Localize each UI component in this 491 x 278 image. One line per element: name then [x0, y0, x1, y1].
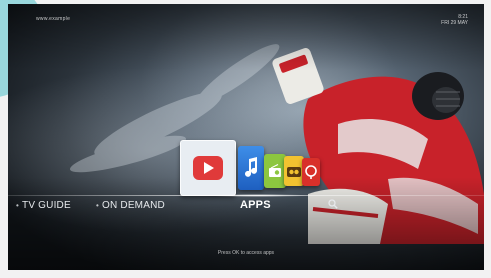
tv-ui-root: www.example 8:21 FRI 29 MAY • TV GUIDE •…	[0, 0, 491, 278]
tv-screen: www.example 8:21 FRI 29 MAY • TV GUIDE •…	[8, 4, 484, 270]
main-nav: • TV GUIDE • ON DEMAND APPS	[8, 198, 484, 216]
clock-date: FRI 29 MAY	[441, 20, 468, 26]
nav-label-apps: APPS	[240, 199, 271, 211]
camera-icon	[287, 167, 301, 177]
nav-item-on-demand[interactable]: • ON DEMAND	[96, 200, 165, 211]
nav-item-search[interactable]	[328, 199, 338, 212]
app-tile-music[interactable]	[238, 146, 264, 190]
app-tile-radio[interactable]	[264, 154, 286, 188]
screen-vignette	[8, 4, 484, 270]
nav-bullet-icon: •	[16, 201, 20, 210]
app-tile-video[interactable]	[180, 140, 236, 196]
radio-icon	[269, 164, 281, 177]
nav-active-glow	[208, 194, 308, 197]
nav-item-tv-guide[interactable]: • TV GUIDE	[16, 200, 71, 211]
nav-label-on-demand: ON DEMAND	[102, 200, 165, 211]
clock: 8:21 FRI 29 MAY	[441, 14, 468, 26]
video-play-icon	[193, 156, 223, 180]
nav-item-apps[interactable]: APPS	[240, 199, 271, 211]
nav-label-tv-guide: TV GUIDE	[22, 200, 71, 211]
music-note-icon	[245, 157, 257, 177]
provider-name: www.example	[36, 16, 71, 22]
hint-text: Press OK to access apps	[217, 250, 275, 256]
apps-carousel[interactable]	[180, 140, 340, 200]
nav-bullet-icon: •	[96, 201, 100, 210]
phone-icon	[305, 165, 317, 179]
app-tile-camera[interactable]	[284, 156, 304, 186]
app-tile-phone[interactable]	[302, 158, 320, 186]
search-icon	[328, 199, 338, 209]
